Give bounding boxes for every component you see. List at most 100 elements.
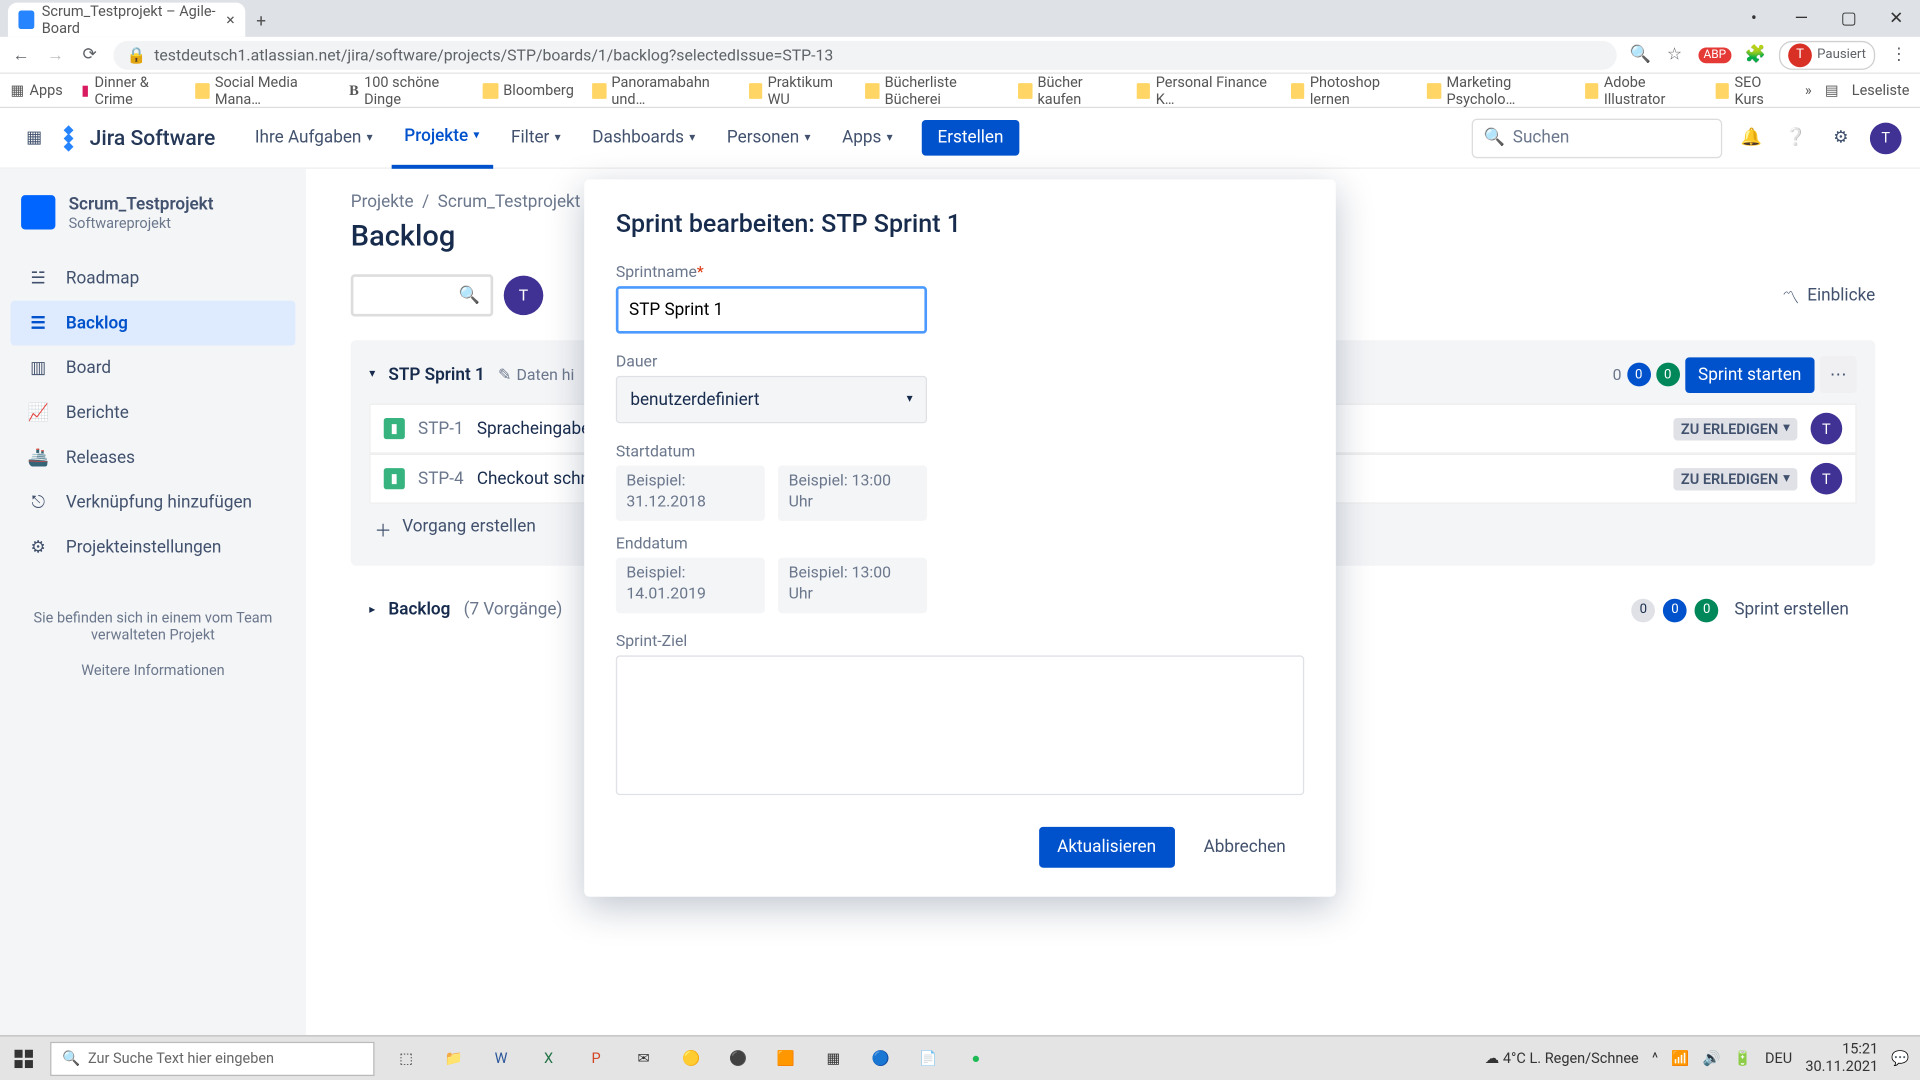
- clock-time[interactable]: 15:21: [1805, 1042, 1878, 1058]
- nav-projects[interactable]: Projekte▾: [391, 107, 492, 168]
- bookmark-item[interactable]: Social Media Mana…: [196, 73, 331, 107]
- settings-icon[interactable]: ⚙: [1825, 122, 1857, 154]
- abp-extension-icon[interactable]: ABP: [1698, 47, 1731, 63]
- close-tab-icon[interactable]: ×: [226, 11, 234, 29]
- bookmark-item[interactable]: Panoramabahn und…: [592, 73, 730, 107]
- sidebar-item-reports[interactable]: 📈Berichte: [11, 390, 296, 435]
- reload-icon[interactable]: ⟳: [79, 44, 100, 65]
- new-tab-button[interactable]: +: [245, 5, 277, 37]
- start-sprint-button[interactable]: Sprint starten: [1685, 357, 1815, 393]
- mail-icon[interactable]: ✉: [620, 1036, 667, 1081]
- notepad-icon[interactable]: 📄: [905, 1036, 952, 1081]
- weather-widget[interactable]: ☁ 4°C L. Regen/Schnee: [1485, 1050, 1639, 1067]
- readlist-link[interactable]: Leseliste: [1852, 82, 1910, 99]
- sidebar-item-backlog[interactable]: ☰Backlog: [11, 301, 296, 346]
- bookmark-item[interactable]: Bücher kaufen: [1018, 73, 1118, 107]
- extensions-icon[interactable]: 🧩: [1745, 44, 1766, 65]
- excel-icon[interactable]: X: [525, 1036, 572, 1081]
- spotify-icon[interactable]: ●: [952, 1036, 999, 1081]
- search-input[interactable]: 🔍Suchen: [1472, 118, 1723, 158]
- bookmark-item[interactable]: Bücherliste Bücherei: [866, 73, 1000, 107]
- forward-icon[interactable]: →: [45, 44, 66, 65]
- language-indicator[interactable]: DEU: [1765, 1050, 1792, 1067]
- minimize-icon[interactable]: —: [1778, 0, 1825, 37]
- backlog-search-input[interactable]: 🔍: [351, 274, 493, 316]
- overflow-icon[interactable]: »: [1805, 82, 1812, 99]
- zoom-icon[interactable]: 🔍: [1630, 44, 1651, 65]
- jira-logo[interactable]: Jira Software: [55, 125, 215, 151]
- nav-people[interactable]: Personen▾: [714, 107, 824, 168]
- sprint-more-menu[interactable]: ⋯: [1820, 356, 1857, 393]
- taskbar-search-input[interactable]: 🔍Zur Suche Text hier eingeben: [50, 1041, 374, 1075]
- project-name: Scrum_Testprojekt: [69, 195, 214, 215]
- task-view-icon[interactable]: ⬚: [382, 1036, 429, 1081]
- assignee-avatar[interactable]: T: [1811, 413, 1843, 445]
- sidebar-more-info-link[interactable]: Weitere Informationen: [81, 662, 224, 679]
- status-dropdown[interactable]: ZU ERLEDIGEN▾: [1673, 467, 1797, 489]
- nav-filters[interactable]: Filter▾: [498, 107, 574, 168]
- profile-paused-badge[interactable]: T Pausiert: [1779, 40, 1875, 69]
- volume-icon[interactable]: 🔊: [1702, 1050, 1720, 1067]
- create-sprint-button[interactable]: Sprint erstellen: [1726, 595, 1856, 625]
- bookmark-item[interactable]: Adobe Illustrator: [1585, 73, 1697, 107]
- bookmark-item[interactable]: ▮Dinner & Crime: [81, 73, 177, 107]
- notifications-icon[interactable]: 🔔: [1735, 122, 1767, 154]
- sidebar-item-add-link[interactable]: ⎋Verknüpfung hinzufügen: [11, 480, 296, 525]
- edge-icon[interactable]: 🔵: [857, 1036, 904, 1081]
- browser-tab[interactable]: Scrum_Testprojekt – Agile-Board ×: [8, 3, 245, 37]
- battery-icon[interactable]: 🔋: [1734, 1050, 1752, 1067]
- star-icon[interactable]: ☆: [1664, 44, 1685, 65]
- menu-icon[interactable]: ⋮: [1888, 44, 1909, 65]
- help-icon[interactable]: ❔: [1780, 122, 1812, 154]
- sidebar-item-releases[interactable]: 🚢Releases: [11, 435, 296, 480]
- wifi-icon[interactable]: 📶: [1671, 1050, 1689, 1067]
- sidebar-item-board[interactable]: ▥Board: [11, 345, 296, 390]
- create-issue-button[interactable]: ＋Vorgang erstellen: [369, 504, 1856, 555]
- crumb-project[interactable]: Scrum_Testprojekt: [438, 193, 581, 213]
- bookmark-item[interactable]: Personal Finance K…: [1137, 73, 1273, 107]
- assignee-avatar[interactable]: T: [1811, 463, 1843, 495]
- word-icon[interactable]: W: [477, 1036, 524, 1081]
- user-avatar[interactable]: T: [1870, 122, 1902, 154]
- issue-row[interactable]: ▮ STP-4 Checkout schne ZU ERLEDIGEN▾ T: [369, 454, 1856, 504]
- nav-apps[interactable]: Apps▾: [829, 107, 906, 168]
- bookmark-item[interactable]: Praktikum WU: [749, 73, 848, 107]
- explorer-icon[interactable]: 📁: [430, 1036, 477, 1081]
- account-dot-icon[interactable]: •: [1730, 0, 1777, 37]
- app-switcher-icon[interactable]: ▦: [18, 122, 50, 154]
- issue-row[interactable]: ▮ STP-1 Spracheingabe ZU ERLEDIGEN▾ T: [369, 404, 1856, 454]
- app-icon[interactable]: 🟧: [762, 1036, 809, 1081]
- chrome-icon[interactable]: 🟡: [667, 1036, 714, 1081]
- chevron-down-icon[interactable]: ▾: [369, 368, 375, 381]
- sidebar-item-roadmap[interactable]: ☱Roadmap: [11, 256, 296, 301]
- powerpoint-icon[interactable]: P: [572, 1036, 619, 1081]
- chevron-right-icon[interactable]: ▸: [369, 603, 375, 616]
- tray-chevron-icon[interactable]: ^: [1652, 1050, 1658, 1067]
- status-pill-done: 0: [1656, 363, 1680, 387]
- bookmark-item[interactable]: SEO Kurs: [1715, 73, 1786, 107]
- app-icon[interactable]: ▦: [810, 1036, 857, 1081]
- notifications-icon[interactable]: 💬: [1891, 1050, 1909, 1067]
- bookmark-item[interactable]: B100 schöne Dinge: [349, 73, 464, 107]
- nav-dashboards[interactable]: Dashboards▾: [579, 107, 708, 168]
- obs-icon[interactable]: ⚫: [715, 1036, 762, 1081]
- project-header[interactable]: Scrum_Testprojekt Softwareprojekt: [11, 195, 296, 256]
- bookmark-item[interactable]: Photoshop lernen: [1291, 73, 1409, 107]
- start-button[interactable]: [0, 1036, 47, 1081]
- issue-summary: Checkout schne: [477, 469, 599, 489]
- create-button[interactable]: Erstellen: [922, 120, 1020, 156]
- close-window-icon[interactable]: ✕: [1873, 0, 1920, 37]
- bookmark-item[interactable]: Marketing Psycholo…: [1427, 73, 1566, 107]
- insights-button[interactable]: 〽Einblicke: [1782, 283, 1875, 308]
- maximize-icon[interactable]: ▢: [1825, 0, 1872, 37]
- apps-bookmark[interactable]: ▦Apps: [11, 82, 63, 99]
- status-dropdown[interactable]: ZU ERLEDIGEN▾: [1673, 417, 1797, 439]
- edit-dates-link[interactable]: ✎Daten hi: [498, 365, 574, 383]
- bookmark-item[interactable]: Bloomberg: [482, 82, 574, 99]
- crumb-projects[interactable]: Projekte: [351, 193, 414, 213]
- assignee-filter-avatar[interactable]: T: [504, 276, 544, 316]
- nav-your-work[interactable]: Ihre Aufgaben▾: [242, 107, 386, 168]
- address-bar[interactable]: 🔒 testdeutsch1.atlassian.net/jira/softwa…: [113, 40, 1616, 69]
- back-icon[interactable]: ←: [11, 44, 32, 65]
- sidebar-item-settings[interactable]: ⚙Projekteinstellungen: [11, 525, 296, 570]
